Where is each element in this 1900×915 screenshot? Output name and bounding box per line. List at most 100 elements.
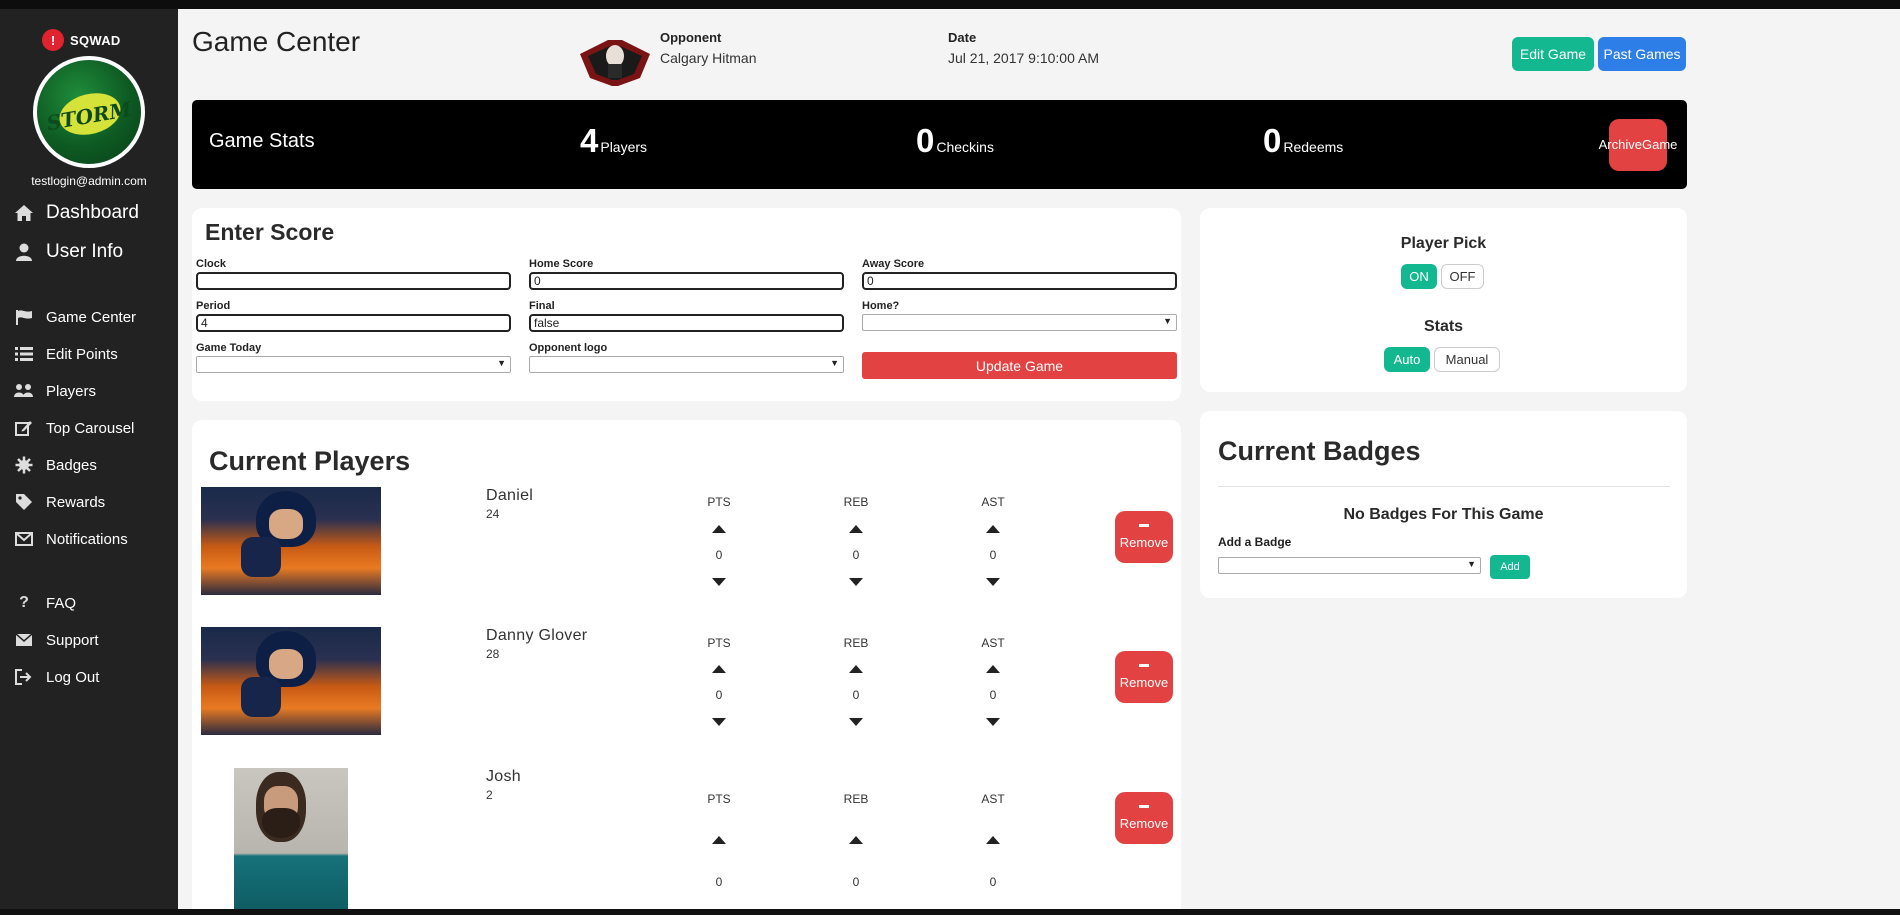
stats-manual-toggle[interactable]: Manual (1434, 347, 1500, 372)
players-count: 4 (580, 122, 599, 159)
logout-icon (14, 667, 34, 687)
sidebar-item-log-out[interactable]: Log Out (14, 667, 99, 687)
final-label: Final (529, 300, 555, 312)
sidebar-item-label: Players (46, 382, 97, 400)
flag-icon (14, 307, 34, 327)
reb-decrement-icon[interactable] (849, 718, 863, 726)
pts-decrement-icon[interactable] (712, 718, 726, 726)
pts-decrement-icon[interactable] (712, 578, 726, 586)
reb-decrement-icon[interactable] (849, 578, 863, 586)
current-players-title: Current Players (209, 446, 411, 476)
player-pick-on-toggle[interactable]: ON (1401, 264, 1437, 289)
pts-value: 0 (715, 688, 723, 702)
player-name: Danny Glover (486, 627, 588, 644)
player-photo (201, 627, 381, 735)
ast-header: AST (981, 792, 1005, 806)
pts-increment-icon[interactable] (712, 836, 726, 844)
pts-value: 0 (715, 875, 723, 889)
pts-header: PTS (707, 495, 731, 509)
sidebar-item-dashboard[interactable]: Dashboard (14, 202, 139, 224)
ast-decrement-icon[interactable] (986, 718, 1000, 726)
ast-increment-icon[interactable] (986, 836, 1000, 844)
add-badge-button[interactable]: Add (1490, 555, 1530, 579)
checkins-count: 0 (916, 122, 935, 159)
player-number: 2 (486, 788, 493, 802)
player-pick-off-toggle[interactable]: OFF (1441, 264, 1484, 289)
sidebar-item-edit-points[interactable]: Edit Points (14, 344, 118, 364)
brand[interactable]: ! SQWAD (42, 29, 121, 51)
sidebar-item-players[interactable]: Players (14, 381, 96, 401)
home-score-field[interactable] (529, 272, 844, 290)
ast-value: 0 (989, 688, 997, 702)
update-game-button[interactable]: Update Game (862, 352, 1177, 379)
archive-label-line1: Archive (1598, 137, 1642, 152)
ast-header: AST (981, 495, 1005, 509)
reb-increment-icon[interactable] (849, 836, 863, 844)
tag-icon (14, 492, 34, 512)
game-date: Jul 21, 2017 9:10:00 AM (948, 50, 1099, 66)
reb-value: 0 (852, 548, 860, 562)
pts-increment-icon[interactable] (712, 665, 726, 673)
reb-increment-icon[interactable] (849, 525, 863, 533)
stats-auto-toggle[interactable]: Auto (1384, 347, 1430, 372)
sidebar-item-user-info[interactable]: User Info (14, 241, 123, 263)
sidebar-item-label: Badges (46, 456, 97, 474)
remove-player-button[interactable]: Remove (1115, 511, 1173, 563)
away-score-label: Away Score (862, 258, 925, 270)
period-field[interactable] (196, 314, 511, 332)
checkins-stat: 0 Checkins (916, 122, 994, 160)
sidebar-item-top-carousel[interactable]: Top Carousel (14, 418, 134, 438)
opponent-logo-select[interactable] (529, 356, 844, 373)
enter-score-card: Enter Score Clock Home Score Away Score … (192, 208, 1181, 401)
badge-select[interactable] (1218, 557, 1481, 574)
archive-game-button[interactable]: Archive Game (1599, 119, 1677, 171)
envelope-icon (14, 529, 34, 549)
sidebar-item-notifications[interactable]: Notifications (14, 529, 128, 549)
ast-header: AST (981, 636, 1005, 650)
question-icon: ? (19, 594, 29, 611)
sidebar-item-label: Top Carousel (46, 419, 135, 437)
badge-icon (14, 455, 34, 475)
home-select[interactable] (862, 314, 1177, 331)
sidebar-item-label: Notifications (46, 530, 128, 548)
stats-title: Game Stats (209, 130, 315, 152)
final-field[interactable] (529, 314, 844, 332)
ast-increment-icon[interactable] (986, 665, 1000, 673)
player-photo-face (269, 509, 303, 539)
ast-decrement-icon[interactable] (986, 578, 1000, 586)
ast-increment-icon[interactable] (986, 525, 1000, 533)
pts-header: PTS (707, 636, 731, 650)
remove-player-button[interactable]: Remove (1115, 792, 1173, 844)
sidebar-item-badges[interactable]: Badges (14, 455, 97, 475)
sidebar-item-game-center[interactable]: Game Center (14, 307, 136, 327)
past-games-button[interactable]: Past Games (1598, 37, 1686, 71)
game-today-label: Game Today (196, 342, 262, 354)
pts-increment-icon[interactable] (712, 525, 726, 533)
ast-value: 0 (989, 548, 997, 562)
redeems-stat: 0 Redeems (1263, 122, 1343, 160)
reb-value: 0 (852, 875, 860, 889)
reb-increment-icon[interactable] (849, 665, 863, 673)
period-label: Period (196, 300, 231, 312)
game-settings-card: Player Pick ON OFF Stats Auto Manual (1200, 208, 1687, 392)
clock-field[interactable] (196, 272, 511, 290)
current-players-card: Current Players Daniel 24 PTS 0 REB 0 AS… (192, 420, 1181, 915)
sidebar-item-faq[interactable]: ? FAQ (14, 593, 76, 613)
players-stat: 4 Players (580, 122, 647, 160)
reb-value: 0 (852, 688, 860, 702)
sidebar-item-support[interactable]: Support (14, 630, 99, 650)
player-photo-glove (241, 537, 281, 577)
home-label: Home? (862, 300, 900, 312)
player-pick-title: Player Pick (1400, 235, 1487, 252)
edit-game-button[interactable]: Edit Game (1512, 37, 1594, 71)
redeems-count: 0 (1263, 122, 1282, 159)
game-today-select[interactable] (196, 356, 511, 373)
player-name: Daniel (486, 487, 534, 504)
away-score-field[interactable] (862, 272, 1177, 290)
enter-score-title: Enter Score (205, 219, 335, 245)
reb-header: REB (843, 792, 869, 806)
remove-player-button[interactable]: Remove (1115, 651, 1173, 703)
list-icon (14, 344, 34, 364)
user-icon (14, 242, 34, 262)
sidebar-item-rewards[interactable]: Rewards (14, 492, 105, 512)
